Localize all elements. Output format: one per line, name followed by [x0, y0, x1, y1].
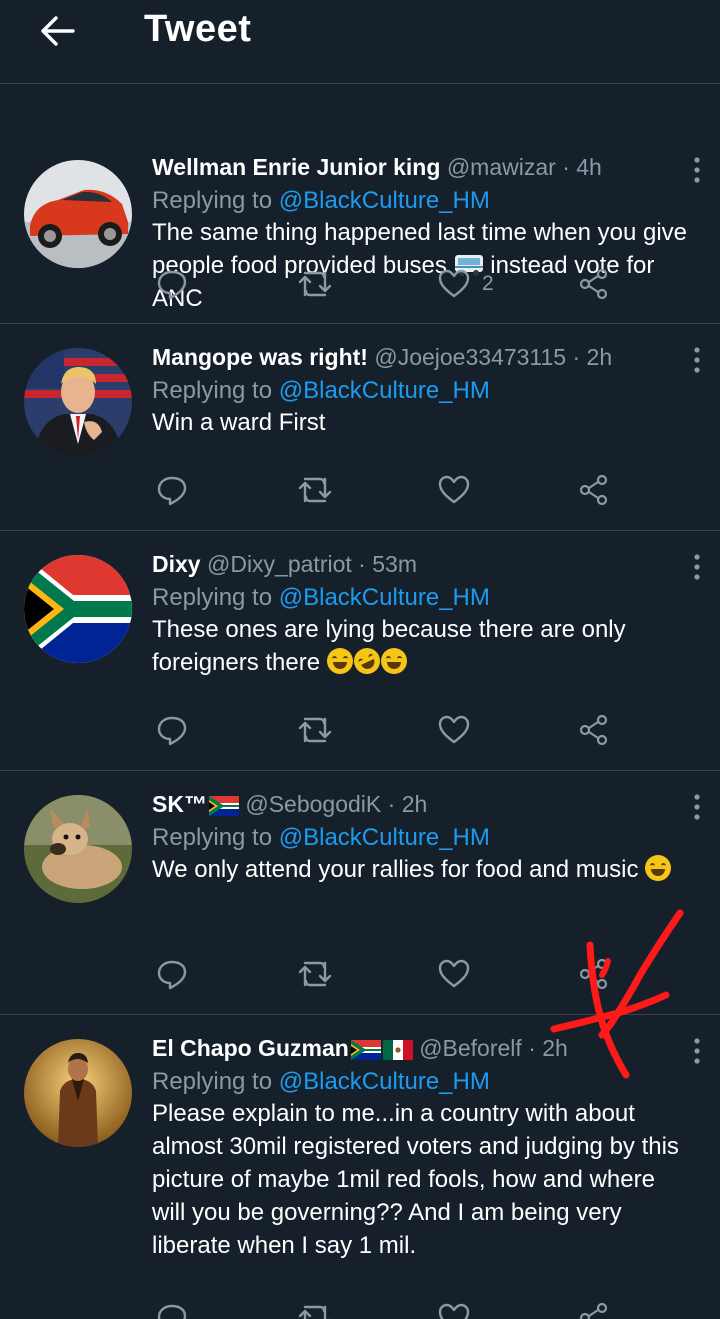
man-in-jacket-avatar-icon — [24, 1039, 132, 1147]
replying-to: Replying to @BlackCulture_HM — [152, 1065, 490, 1099]
tweet-text-part: Please explain to me...in a country with… — [152, 1100, 679, 1259]
south-africa-flag-icon — [350, 1039, 381, 1060]
tweet-text: Please explain to me...in a country with… — [152, 1097, 692, 1262]
more-vertical-icon — [694, 157, 700, 183]
mention-link[interactable]: @BlackCulture_HM — [279, 584, 490, 611]
more-options-button[interactable] — [656, 1033, 700, 1069]
replying-label: Replying to — [152, 584, 273, 611]
handle[interactable]: @Dixy_patriot — [207, 551, 352, 577]
tweet-text: Win a ward First — [152, 406, 692, 439]
more-options-button[interactable] — [656, 789, 700, 825]
dog-avatar-icon — [24, 795, 132, 903]
top-bar: Tweet — [0, 0, 720, 84]
tweet-header: Dixy @Dixy_patriot · 53m — [152, 547, 417, 581]
display-name[interactable]: Wellman Enrie Junior king — [152, 154, 440, 180]
timestamp[interactable]: 2h — [402, 791, 428, 817]
timestamp[interactable]: 4h — [576, 154, 602, 180]
more-options-button[interactable] — [656, 549, 700, 585]
tweet-header: SK™ @SebogodiK · 2h — [152, 787, 427, 821]
timestamp[interactable]: 53m — [372, 551, 417, 577]
red-car-avatar-icon — [24, 160, 132, 268]
more-vertical-icon — [694, 554, 700, 580]
tweet[interactable]: SK™ @SebogodiK · 2h Replying to @BlackCu… — [0, 771, 720, 1015]
replying-to: Replying to @BlackCulture_HM — [152, 184, 490, 218]
handle[interactable]: @mawizar — [447, 154, 556, 180]
avatar[interactable] — [24, 795, 132, 903]
separator-dot: · — [528, 1035, 536, 1061]
mention-link[interactable]: @BlackCulture_HM — [279, 187, 490, 214]
replying-label: Replying to — [152, 824, 273, 851]
mexico-flag-icon — [382, 1039, 413, 1060]
replying-to: Replying to @BlackCulture_HM — [152, 581, 490, 615]
avatar[interactable] — [24, 348, 132, 456]
tweet[interactable]: Mangope was right! @Joejoe33473115 · 2h … — [0, 324, 720, 531]
laughing-emoji-icon — [326, 648, 353, 674]
south-africa-flag-icon — [208, 795, 239, 816]
tweet-text: We only attend your rallies for food and… — [152, 853, 692, 886]
more-options-button[interactable] — [656, 342, 700, 378]
tweet-header: Wellman Enrie Junior king @mawizar · 4h — [152, 150, 602, 184]
timestamp[interactable]: 2h — [587, 344, 613, 370]
replying-label: Replying to — [152, 377, 273, 404]
tweet[interactable]: El Chapo Guzman @Beforelf · 2h Replying … — [0, 1015, 720, 1319]
south-africa-flag-avatar-icon — [24, 555, 132, 663]
tweet-header: Mangope was right! @Joejoe33473115 · 2h — [152, 340, 612, 374]
separator-dot: · — [358, 551, 366, 577]
tweet-text-part: We only attend your rallies for food and… — [152, 856, 639, 883]
bus-emoji-icon — [454, 255, 483, 276]
avatar[interactable] — [24, 555, 132, 663]
timestamp[interactable]: 2h — [542, 1035, 568, 1061]
mention-link[interactable]: @BlackCulture_HM — [279, 824, 490, 851]
replying-to: Replying to @BlackCulture_HM — [152, 821, 490, 855]
more-options-button[interactable] — [656, 152, 700, 188]
display-name[interactable]: SK™ — [152, 791, 207, 817]
more-vertical-icon — [694, 347, 700, 373]
tears-of-joy-emoji-icon — [380, 648, 407, 674]
tweet-text: These ones are lying because there are o… — [152, 613, 662, 679]
back-button[interactable] — [34, 12, 80, 50]
tweet-text: The same thing happened last time when y… — [152, 216, 692, 315]
mention-link[interactable]: @BlackCulture_HM — [279, 377, 490, 404]
tweet-header: El Chapo Guzman @Beforelf · 2h — [152, 1031, 568, 1065]
separator-dot: · — [572, 344, 581, 370]
handle[interactable]: @Joejoe33473115 — [374, 344, 566, 370]
handle[interactable]: @SebogodiK — [245, 791, 381, 817]
tweet[interactable]: Dixy @Dixy_patriot · 53m Replying to @Bl… — [0, 531, 720, 771]
replies-feed[interactable]: Wellman Enrie Junior king @mawizar · 4h … — [0, 84, 720, 1319]
tweet[interactable]: Wellman Enrie Junior king @mawizar · 4h … — [0, 84, 720, 324]
mention-link[interactable]: @BlackCulture_HM — [279, 1068, 490, 1095]
handle[interactable]: @Beforelf — [419, 1035, 522, 1061]
replying-to: Replying to @BlackCulture_HM — [152, 374, 490, 408]
man-in-suit-avatar-icon — [24, 348, 132, 456]
replying-label: Replying to — [152, 1068, 273, 1095]
more-vertical-icon — [694, 1038, 700, 1064]
replying-label: Replying to — [152, 187, 273, 214]
separator-dot: · — [387, 791, 396, 817]
display-name[interactable]: Dixy — [152, 551, 201, 577]
avatar[interactable] — [24, 1039, 132, 1147]
tweet-text-part: Win a ward First — [152, 409, 326, 436]
more-vertical-icon — [694, 794, 700, 820]
page-title: Tweet — [144, 8, 252, 50]
rolling-laughing-emoji-icon — [349, 643, 385, 679]
arrow-left-icon — [41, 16, 75, 46]
avatar[interactable] — [24, 160, 132, 268]
separator-dot: · — [562, 154, 570, 180]
tears-of-joy-emoji-icon — [645, 855, 672, 881]
display-name[interactable]: Mangope was right! — [152, 344, 368, 370]
display-name[interactable]: El Chapo Guzman — [152, 1035, 349, 1061]
